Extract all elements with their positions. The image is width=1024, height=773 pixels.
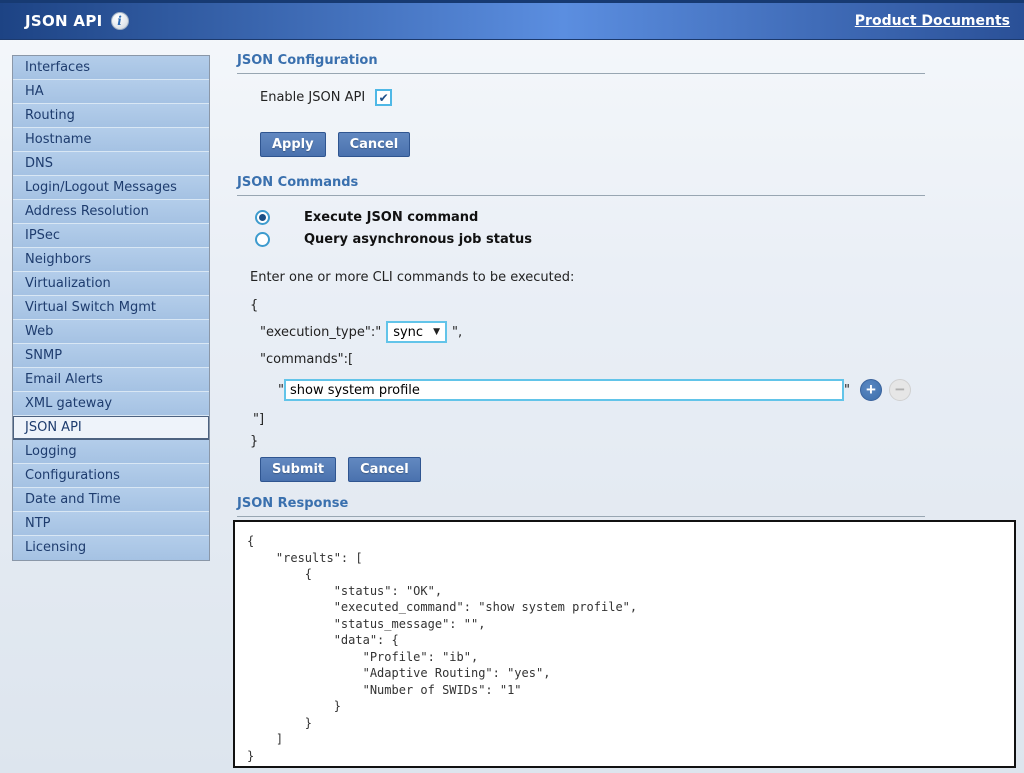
enable-json-api-label: Enable JSON API [260,90,365,105]
remove-command-button[interactable]: − [889,379,911,401]
enable-json-api-row: Enable JSON API ✔ [260,89,925,106]
dropdown-arrow-icon: ▼ [433,327,440,337]
execution-type-line: "execution_type":" sync ▼ ", [260,321,925,343]
command-close-quote: " [844,383,850,398]
commands-buttons: Submit Cancel [260,457,925,482]
query-async-job-status-radio[interactable] [255,232,270,247]
main-content: JSON Configuration Enable JSON API ✔ App… [237,45,925,570]
sidebar-item-ha[interactable]: HA [13,80,209,104]
product-documents-link[interactable]: Product Documents [855,13,1010,29]
apply-button[interactable]: Apply [260,132,326,157]
section-title-json-response: JSON Response [237,496,925,517]
json-response-text: { "results": [ { "status": "OK", "execut… [235,522,1014,773]
sidebar-item-login-logout-messages[interactable]: Login/Logout Messages [13,176,209,200]
execution-type-suffix: ", [452,325,462,340]
title-bar: JSON API i Product Documents [0,0,1024,40]
cancel-button-commands[interactable]: Cancel [348,457,421,482]
page-title: JSON API [25,12,103,30]
json-response-output[interactable]: { "results": [ { "status": "OK", "execut… [233,520,1016,768]
sidebar-item-email-alerts[interactable]: Email Alerts [13,368,209,392]
command-input-row: " " + − [278,379,925,401]
sidebar-item-interfaces[interactable]: Interfaces [13,56,209,80]
json-close-brace: } [250,434,925,449]
sidebar-item-virtualization[interactable]: Virtualization [13,272,209,296]
query-async-job-status-row: Query asynchronous job status [255,232,925,247]
sidebar-nav: Interfaces HA Routing Hostname DNS Login… [12,55,210,561]
sidebar-item-address-resolution[interactable]: Address Resolution [13,200,209,224]
sidebar-item-ipsec[interactable]: IPSec [13,224,209,248]
sidebar-item-licensing[interactable]: Licensing [13,536,209,560]
query-async-job-status-label: Query asynchronous job status [304,232,532,247]
sidebar-item-logging[interactable]: Logging [13,440,209,464]
cli-commands-prompt: Enter one or more CLI commands to be exe… [250,270,925,285]
sidebar-item-virtual-switch-mgmt[interactable]: Virtual Switch Mgmt [13,296,209,320]
sidebar-item-snmp[interactable]: SNMP [13,344,209,368]
sidebar-item-routing[interactable]: Routing [13,104,209,128]
section-title-json-commands: JSON Commands [237,175,925,196]
configuration-buttons: Apply Cancel [260,132,925,157]
sidebar-item-dns[interactable]: DNS [13,152,209,176]
sidebar-item-web[interactable]: Web [13,320,209,344]
execution-type-prefix: "execution_type":" [260,325,381,340]
info-icon[interactable]: i [111,12,129,30]
submit-button[interactable]: Submit [260,457,336,482]
cli-command-input[interactable] [284,379,844,401]
commands-array-open: "commands":[ [260,352,925,367]
execution-type-value: sync [393,325,423,340]
sidebar-item-date-and-time[interactable]: Date and Time [13,488,209,512]
section-title-json-configuration: JSON Configuration [237,53,925,74]
enable-json-api-checkbox[interactable]: ✔ [375,89,392,106]
execute-json-command-radio[interactable] [255,210,270,225]
sidebar-item-hostname[interactable]: Hostname [13,128,209,152]
json-open-brace: { [250,298,925,313]
sidebar-item-xml-gateway[interactable]: XML gateway [13,392,209,416]
sidebar-item-neighbors[interactable]: Neighbors [13,248,209,272]
execute-json-command-label: Execute JSON command [304,210,478,225]
checkmark-icon: ✔ [379,92,389,104]
sidebar-item-ntp[interactable]: NTP [13,512,209,536]
commands-array-close: "] [253,412,925,427]
sidebar-item-configurations[interactable]: Configurations [13,464,209,488]
execution-type-select[interactable]: sync ▼ [386,321,447,343]
execute-json-command-row: Execute JSON command [255,210,925,225]
add-command-button[interactable]: + [860,379,882,401]
sidebar-item-json-api[interactable]: JSON API [13,416,209,440]
cancel-button-configuration[interactable]: Cancel [338,132,411,157]
